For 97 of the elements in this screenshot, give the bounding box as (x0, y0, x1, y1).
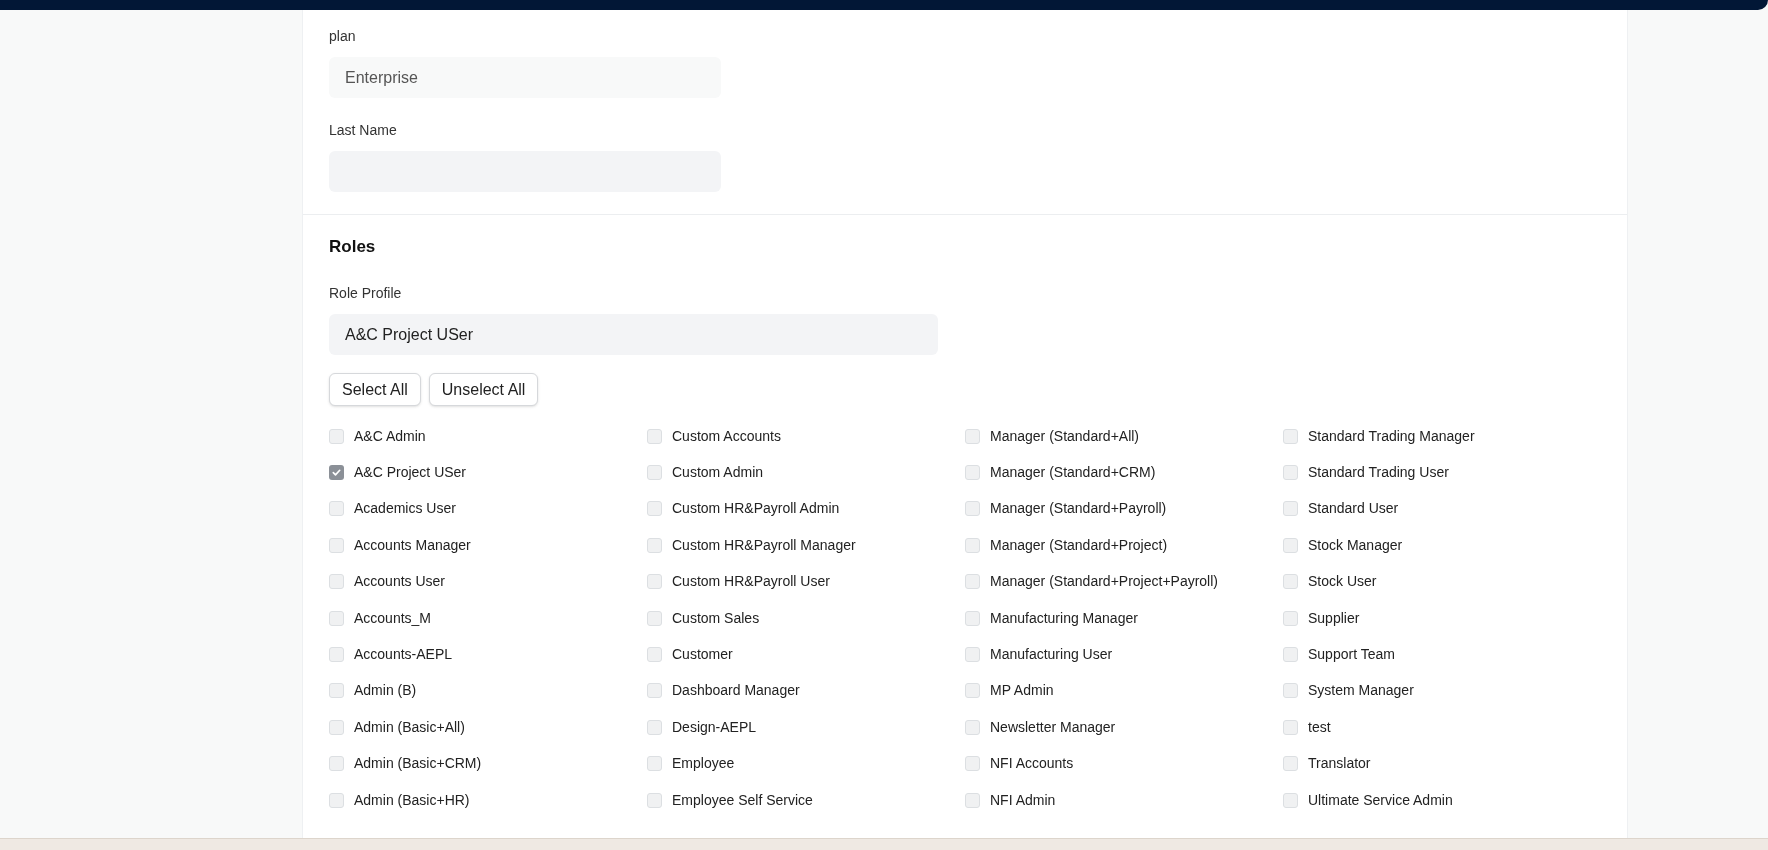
role-label: Translator (1308, 754, 1371, 774)
role-label: Ultimate Service Admin (1308, 790, 1453, 810)
role-label: Employee (672, 754, 735, 774)
checkbox[interactable] (965, 719, 980, 735)
role-label: Manager (Standard+CRM) (990, 463, 1156, 483)
role-label: Academics User (354, 499, 456, 519)
checkbox[interactable] (329, 428, 344, 444)
role-label: test (1308, 717, 1331, 737)
role-label: Custom Accounts (672, 426, 781, 446)
checkbox[interactable] (965, 683, 980, 699)
checkbox[interactable] (329, 574, 344, 590)
checkbox[interactable] (1283, 465, 1298, 481)
role-label: NFI Admin (990, 790, 1056, 810)
role-label: Standard Trading User (1308, 463, 1449, 483)
role-label: Custom Admin (672, 463, 764, 483)
checkbox[interactable] (965, 501, 980, 517)
role-label: Manager (Standard+Payroll) (990, 499, 1167, 519)
role-label: Manager (Standard+All) (990, 426, 1140, 446)
role-label: Manufacturing User (990, 645, 1113, 665)
role-label: Admin (Basic+HR) (354, 790, 470, 810)
role-label: System Manager (1308, 681, 1414, 701)
checkbox[interactable] (965, 756, 980, 772)
role-label: Accounts_M (354, 608, 432, 628)
role-label: Manager (Standard+Project+Payroll) (990, 572, 1218, 592)
checkbox[interactable] (965, 647, 980, 663)
checkbox[interactable] (329, 610, 344, 626)
checkbox[interactable] (647, 756, 662, 772)
checkbox[interactable] (329, 465, 344, 481)
role-label: Newsletter Manager (990, 717, 1116, 737)
checkbox[interactable] (329, 719, 344, 735)
checkbox[interactable] (965, 792, 980, 808)
role-label: Admin (Basic+CRM) (354, 754, 482, 774)
check-icon (331, 467, 342, 479)
role-profile-field[interactable]: A&C Project USer (329, 314, 938, 355)
role-label: Dashboard Manager (672, 681, 800, 701)
checkbox[interactable] (1283, 428, 1298, 444)
role-label: Employee Self Service (672, 790, 813, 810)
checkbox[interactable] (647, 465, 662, 481)
text-field[interactable]: Enterprise (329, 57, 721, 98)
checkbox[interactable] (329, 537, 344, 553)
role-label: Custom HR&Payroll Admin (672, 499, 840, 519)
checkbox[interactable] (965, 574, 980, 590)
role-label: Accounts Manager (354, 535, 471, 555)
role-label: Admin (B) (354, 681, 417, 701)
checkbox[interactable] (647, 647, 662, 663)
role-label: Standard Trading Manager (1308, 426, 1475, 446)
role-label: A&C Admin (354, 426, 426, 446)
checkbox[interactable] (647, 537, 662, 553)
checkbox[interactable] (1283, 610, 1298, 626)
checkbox[interactable] (965, 428, 980, 444)
checkbox[interactable] (965, 465, 980, 481)
checkbox[interactable] (647, 574, 662, 590)
checkbox[interactable] (1283, 792, 1298, 808)
checkbox[interactable] (329, 756, 344, 772)
role-label: Design-AEPL (672, 717, 757, 737)
field-label: Last Name (329, 121, 398, 140)
role-label: Accounts User (354, 572, 446, 592)
checkbox[interactable] (647, 610, 662, 626)
role-label: Stock Manager (1308, 535, 1403, 555)
checkbox[interactable] (647, 428, 662, 444)
role-label: Admin (Basic+All) (354, 717, 465, 737)
role-label: Stock User (1308, 572, 1377, 592)
field-label: Role Profile (329, 284, 402, 303)
checkbox[interactable] (647, 792, 662, 808)
checkbox[interactable] (1283, 756, 1298, 772)
role-label: Support Team (1308, 645, 1395, 665)
section-heading: Roles (329, 237, 377, 257)
checkbox[interactable] (965, 610, 980, 626)
role-label: Custom HR&Payroll User (672, 572, 830, 592)
checkbox[interactable] (1283, 719, 1298, 735)
role-label: Customer (672, 645, 733, 665)
role-label: Custom Sales (672, 608, 760, 628)
checkbox[interactable] (647, 719, 662, 735)
role-label: A&C Project USer (354, 463, 467, 483)
role-label: MP Admin (990, 681, 1054, 701)
checkbox[interactable] (329, 683, 344, 699)
checkbox[interactable] (965, 537, 980, 553)
checkbox[interactable] (329, 647, 344, 663)
checkbox[interactable] (1283, 574, 1298, 590)
checkbox[interactable] (647, 501, 662, 517)
action-button[interactable]: Select All (329, 373, 421, 406)
checkbox[interactable] (1283, 683, 1298, 699)
role-label: NFI Accounts (990, 754, 1074, 774)
checkbox[interactable] (1283, 537, 1298, 553)
role-label: Manufacturing Manager (990, 608, 1138, 628)
role-label: Custom HR&Payroll Manager (672, 535, 856, 555)
checkbox[interactable] (1283, 647, 1298, 663)
role-label: Accounts-AEPL (354, 645, 453, 665)
field-label: plan (329, 27, 357, 46)
checkbox[interactable] (329, 792, 344, 808)
checkbox[interactable] (1283, 501, 1298, 517)
role-label: Supplier (1308, 608, 1360, 628)
role-label: Manager (Standard+Project) (990, 535, 1168, 555)
action-button[interactable]: Unselect All (428, 373, 539, 406)
checkbox[interactable] (329, 501, 344, 517)
checkbox[interactable] (647, 683, 662, 699)
role-label: Standard User (1308, 499, 1399, 519)
